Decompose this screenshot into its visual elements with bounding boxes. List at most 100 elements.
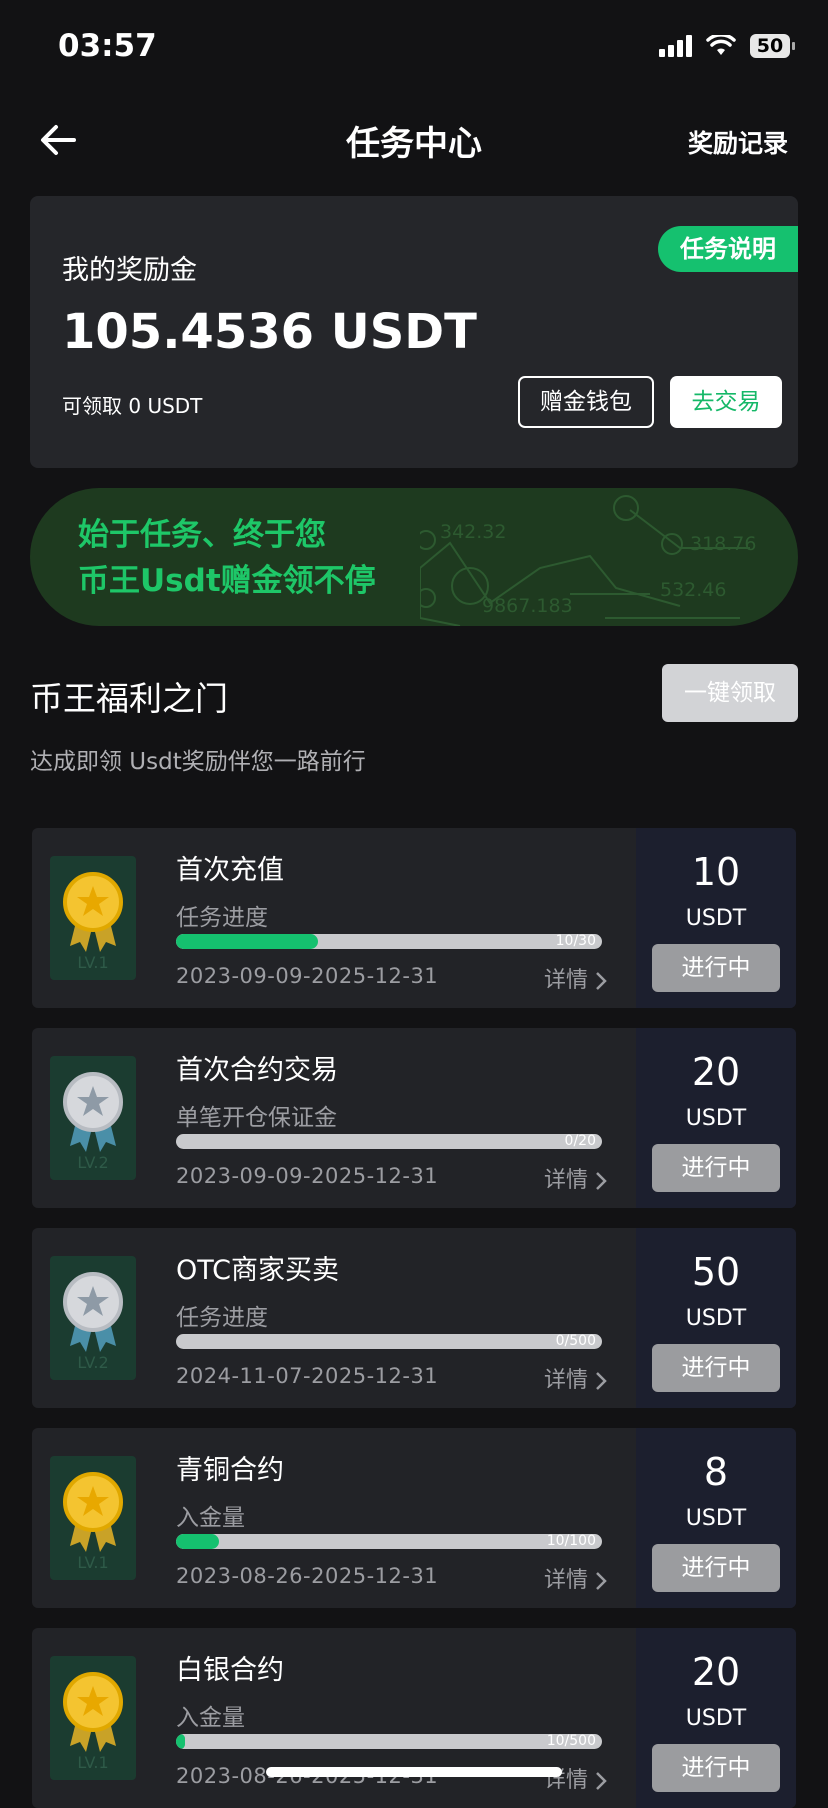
gold-medal-icon: LV.1 [63,1472,123,1572]
medal-box: LV.1 [50,856,136,980]
reward-panel: 20 USDT 进行中 [636,1628,796,1808]
reward-panel: 8 USDT 进行中 [636,1428,796,1608]
banner-number-4: 532.46 [660,579,726,601]
task-title: OTC商家买卖 [176,1255,340,1286]
svg-text:LV.2: LV.2 [77,1353,108,1372]
promo-banner[interactable]: 始于任务、终于您 币王Usdt赠金领不停 342.32 318.76 9867.… [30,488,798,626]
task-progress-fill [176,934,318,949]
banner-number-1: 342.32 [440,521,506,543]
medal-box: LV.1 [50,1456,136,1580]
reward-unit: USDT [685,906,747,931]
task-detail-label: 详情 [544,1368,589,1393]
chevron-right-icon [596,1772,607,1790]
task-progress-bar: 0/20 [176,1134,602,1149]
battery-icon: 50 [750,34,795,58]
task-detail-label: 详情 [544,968,589,993]
task-detail-link[interactable]: 详情 [544,1162,607,1194]
chevron-right-icon [596,1172,607,1190]
wallet-label: 我的奖励金 [62,255,197,286]
claim-all-button[interactable]: 一键领取 [662,664,798,722]
task-date-range: 2023-09-09-2025-12-31 [176,1164,439,1188]
gold-medal-icon: LV.1 [63,872,123,972]
task-progress-label: 10/100 [546,1534,596,1549]
gold-medal-icon: LV.1 [63,1672,123,1772]
task-detail-label: 详情 [544,1168,589,1193]
task-title: 白银合约 [176,1655,284,1686]
home-indicator [266,1767,562,1777]
svg-text:LV.1: LV.1 [77,953,108,972]
task-card: LV.1 青铜合约 入金量 10/100 2023-08-26-2025-12-… [32,1428,796,1608]
task-date-range: 2024-11-07-2025-12-31 [176,1364,439,1388]
banner-text: 始于任务、终于您 币王Usdt赠金领不停 [78,512,376,604]
bonus-wallet-button[interactable]: 赠金钱包 [518,376,654,428]
banner-line-1: 始于任务、终于您 [78,517,326,553]
reward-panel: 10 USDT 进行中 [636,828,796,1008]
task-subtitle: 单笔开仓保证金 [176,1105,337,1131]
task-detail-link[interactable]: 详情 [544,962,607,994]
svg-text:LV.1: LV.1 [77,1553,108,1572]
medal-box: LV.2 [50,1256,136,1380]
reward-amount: 20 [691,1050,741,1094]
task-progress-label: 10/500 [546,1734,596,1749]
task-subtitle: 任务进度 [176,1305,268,1331]
go-trade-button[interactable]: 去交易 [670,376,782,428]
medal-box: LV.1 [50,1656,136,1780]
task-progress-bar: 10/30 [176,934,602,949]
task-progress-label: 0/500 [555,1334,596,1349]
task-status-button[interactable]: 进行中 [652,1144,780,1192]
task-detail-link[interactable]: 详情 [544,1362,607,1394]
medal-box: LV.2 [50,1056,136,1180]
task-subtitle: 任务进度 [176,905,268,931]
banner-number-3: 9867.183 [482,595,573,617]
banner-number-2: 318.76 [690,533,756,555]
task-date-range: 2023-09-09-2025-12-31 [176,964,439,988]
reward-record-link[interactable]: 奖励记录 [688,124,788,160]
task-card: LV.2 OTC商家买卖 任务进度 0/500 2024-11-07-2025-… [32,1228,796,1408]
task-subtitle: 入金量 [176,1705,245,1731]
svg-text:LV.2: LV.2 [77,1153,108,1172]
task-title: 首次充值 [176,855,284,886]
section-subtitle: 达成即领 Usdt奖励伴您一路前行 [30,749,366,775]
task-status-button[interactable]: 进行中 [652,1344,780,1392]
task-explanation-tag[interactable]: 任务说明 [658,226,798,272]
cellular-signal-icon [659,35,692,57]
svg-text:LV.1: LV.1 [77,1753,108,1772]
banner-chart-art: 342.32 318.76 9867.183 532.46 [420,495,756,626]
task-title: 青铜合约 [176,1455,284,1486]
task-status-button[interactable]: 进行中 [652,1744,780,1792]
silver-medal-icon: LV.2 [63,1072,123,1172]
task-progress-label: 0/20 [564,1134,596,1149]
task-progress-bar: 10/100 [176,1534,602,1549]
silver-medal-icon: LV.2 [63,1272,123,1372]
task-card: LV.2 首次合约交易 单笔开仓保证金 0/20 2023-09-09-2025… [32,1028,796,1208]
task-status-button[interactable]: 进行中 [652,944,780,992]
reward-amount: 8 [703,1450,729,1494]
task-status-button[interactable]: 进行中 [652,1544,780,1592]
wallet-amount: 105.4536 USDT [62,304,477,360]
claimable-amount: 可领取 0 USDT [62,394,203,418]
status-icons: 50 [659,34,795,58]
reward-unit: USDT [685,1506,747,1531]
task-subtitle: 入金量 [176,1505,245,1531]
chevron-right-icon [596,1572,607,1590]
reward-panel: 20 USDT 进行中 [636,1028,796,1208]
status-time: 03:57 [58,28,157,64]
reward-unit: USDT [685,1706,747,1731]
task-progress-fill [176,1534,219,1549]
reward-unit: USDT [685,1306,747,1331]
task-detail-label: 详情 [544,1568,589,1593]
task-detail-link[interactable]: 详情 [544,1562,607,1594]
reward-amount: 50 [691,1250,741,1294]
task-title: 首次合约交易 [176,1055,338,1086]
reward-amount: 10 [691,850,741,894]
chevron-right-icon [596,972,607,990]
banner-line-2: 币王Usdt赠金领不停 [78,563,376,599]
wifi-icon [706,35,736,55]
task-card: LV.1 白银合约 入金量 10/500 2023-08-26-2025-12-… [32,1628,796,1808]
task-progress-fill [176,1734,185,1749]
task-progress-label: 10/30 [555,934,596,949]
task-progress-bar: 0/500 [176,1334,602,1349]
reward-wallet-card: 任务说明 我的奖励金 105.4536 USDT 可领取 0 USDT 赠金钱包… [30,196,798,468]
task-progress-bar: 10/500 [176,1734,602,1749]
chevron-right-icon [596,1372,607,1390]
